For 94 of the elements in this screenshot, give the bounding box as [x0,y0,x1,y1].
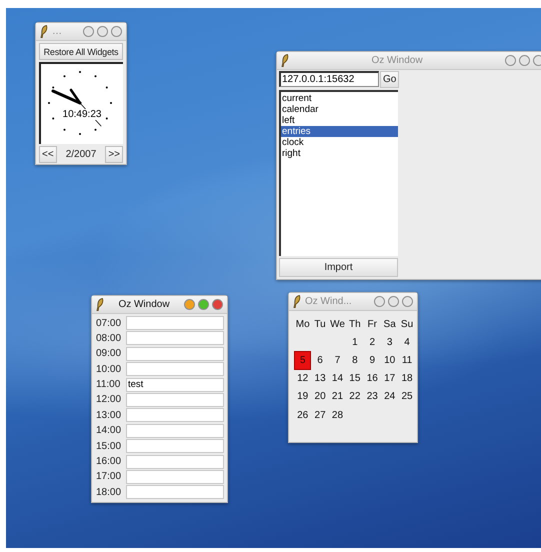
entry-field[interactable] [126,362,224,376]
entry-field[interactable] [126,316,224,330]
month-label: 2/2007 [66,149,96,160]
day-cell[interactable]: 16 [364,370,381,388]
go-button[interactable]: Go [380,71,400,88]
entry-field[interactable] [126,346,224,361]
window-button[interactable] [184,299,195,310]
next-button[interactable]: >> [105,146,123,163]
day-cell[interactable]: 6 [311,351,329,370]
day-cell[interactable]: 21 [328,388,346,406]
day-cell[interactable]: 7 [328,351,346,370]
day-cell[interactable]: 9 [364,351,381,370]
time-label: 07:00 [96,318,122,328]
window-button[interactable] [212,299,223,310]
day-cell[interactable]: 5 [294,351,312,370]
address-field[interactable]: 127.0.0.1:15632 [279,71,379,87]
day-cell[interactable]: 17 [380,370,398,388]
feather-icon [293,295,301,308]
day-cell[interactable]: 12 [294,370,312,388]
day-cell[interactable]: 10 [380,351,398,370]
list-item[interactable]: calendar [281,104,398,115]
entry-field[interactable]: test [126,378,224,392]
window-title: Oz Window [117,299,171,310]
day-cell[interactable]: 26 [294,406,312,424]
entry-field[interactable] [126,470,224,484]
window-button[interactable] [402,296,413,307]
list-item[interactable]: entries [281,126,398,137]
feather-icon [281,54,289,67]
day-cell[interactable]: 18 [398,370,416,388]
entry-field[interactable] [126,454,224,469]
window-title: … [52,26,63,37]
day-cell[interactable]: 3 [380,333,398,352]
window-button[interactable] [198,299,209,310]
day-cell[interactable]: 4 [398,333,416,352]
day-cell[interactable]: 19 [294,388,312,406]
import-button[interactable]: Import [279,258,398,277]
day-cell[interactable]: 24 [380,388,398,406]
window-button[interactable] [388,296,399,307]
entry-field[interactable] [126,392,224,407]
entry-field[interactable] [126,408,224,422]
time-label: 14:00 [96,425,122,436]
window-button[interactable] [505,55,516,66]
previous-button[interactable]: << [39,146,57,163]
entry-field[interactable] [126,439,224,454]
time-label: 12:00 [96,394,122,406]
day-cell[interactable]: 2 [364,333,381,352]
window-title: Oz Wind... [305,296,353,307]
time-label: 09:00 [96,348,122,360]
entry-field[interactable] [126,485,224,500]
window-title: Oz Window [370,55,424,66]
weekday-label: Su [400,318,414,332]
entry-field[interactable] [126,331,224,346]
time-label: 18:00 [96,486,122,498]
window-button[interactable] [97,26,108,37]
window-button[interactable] [83,26,94,37]
restore-button[interactable]: Restore All Widgets [39,43,123,60]
list-item[interactable]: current [281,93,398,104]
list-item[interactable]: clock [281,137,398,148]
day-cell[interactable]: 27 [311,406,329,424]
time-label: 17:00 [96,471,122,482]
weekday-label: We [329,318,346,332]
time-label: 11:00 [96,379,122,390]
feather-icon [96,298,104,311]
day-cell[interactable]: 8 [346,351,364,370]
window-button[interactable] [111,26,122,37]
time-label: 13:00 [96,410,122,421]
day-cell[interactable]: 11 [398,351,416,370]
day-cell[interactable]: 23 [364,388,381,406]
list-item[interactable]: right [281,148,398,159]
time-label: 08:00 [96,332,122,344]
day-cell[interactable]: 25 [398,388,416,406]
weekday-label: Sa [382,318,397,332]
window-button[interactable] [519,55,530,66]
list-box[interactable]: current calendar left entries clock right [279,90,398,256]
feather-icon [40,25,48,38]
weekday-label: Tu [313,318,327,332]
weekday-label: Th [348,318,362,332]
day-cell[interactable]: 15 [346,370,364,388]
day-cell[interactable]: 13 [311,370,329,388]
day-cell[interactable]: 28 [328,406,346,424]
day-cell[interactable]: 14 [328,370,346,388]
clock-time: 10:49:23 [62,109,102,120]
time-label: 16:00 [96,456,122,468]
window-button[interactable] [374,296,385,307]
time-label: 10:00 [96,364,122,375]
time-label: 15:00 [96,440,122,452]
entry-field[interactable] [126,424,224,438]
day-cell[interactable]: 22 [346,388,364,406]
day-cell[interactable]: 20 [311,388,329,406]
window-button[interactable] [533,55,541,66]
weekday-label: Mo [294,318,311,332]
weekday-label: Fr [366,318,378,332]
list-item[interactable]: left [281,115,398,126]
day-cell[interactable]: 1 [346,333,364,352]
